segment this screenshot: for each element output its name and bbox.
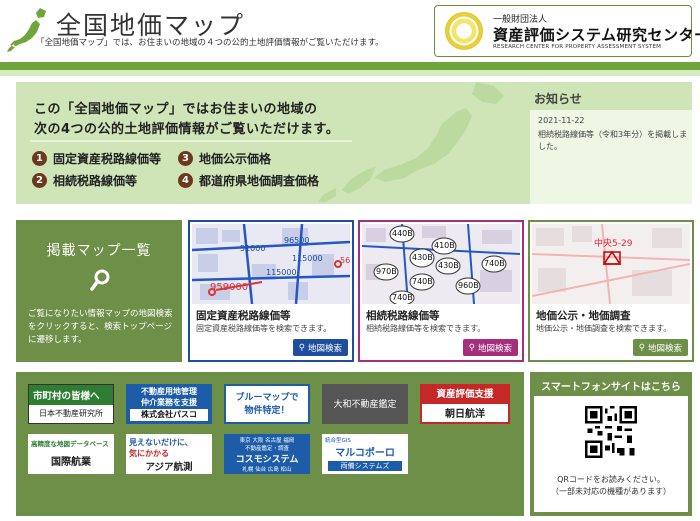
banner-daiwa[interactable]: 大和不動産鑑定 [322,384,408,424]
org-name: 資産評価システム研究センター [493,26,700,44]
card-title: 相続税路線価等 [366,310,440,322]
map-search-button[interactable]: ⚲ 地図検索 [632,339,688,356]
hero-item-3: 3 地価公示価格 [178,150,271,167]
map-search-button[interactable]: ⚲ 地図検索 [292,339,348,356]
header-bar [0,62,700,70]
hero-heading-line2: 次の4つの公的土地評価情報がご覧いただけます。 [34,122,340,137]
map-label: 970B [376,267,397,276]
hero-item-label: 地価公示価格 [199,152,272,166]
map-label: 440B [392,229,413,238]
hero-item-label: 固定資産税路線価等 [53,152,162,166]
map-label: 中央5-29 [594,239,633,249]
site-subtitle: 「全国地価マップ」では、お住まいの地域の４つの公的土地評価情報がご覧いただけます… [36,38,384,48]
map-label: 740B [412,277,433,286]
card-description: 地価公示・地価調査を検索できます。 [536,324,672,333]
sponsor-banners: 市町村の皆様へ 日本不動産研究所 不動産用地管理 仲介業務を支援 株式会社パスコ… [16,372,524,516]
banner-ryobi[interactable]: 統合型GIS マルコポーロ 両備システムズ [322,434,408,474]
hero-item-1: 1 固定資産税路線価等 [32,150,161,167]
banner-asiaair[interactable]: 見えないだけに、 気にかかる アジア航測 [126,434,212,474]
map-label: 96500 [284,236,310,245]
org-logo-link[interactable]: 一般財団法人 資産評価システム研究センター RESEARCH CENTER FO… [434,5,700,57]
header-bar-light [0,70,700,76]
qr-note: （一部未対応の機種があります） [551,487,671,496]
org-english-name: RESEARCH CENTER FOR PROPERTY ASSESSMENT … [493,44,662,50]
smartphone-panel: スマートフォンサイトはこちら QRコードをお読みください。 （一部未対応の機種が… [530,372,692,516]
org-emblem-icon [445,12,483,50]
banner-aeroasahi[interactable]: 資産評価支援 朝日航洋 [420,384,510,424]
search-icon [90,269,110,291]
banner-pasco[interactable]: 不動産用地管理 仲介業務を支援 株式会社パスコ [126,384,212,424]
hero-item-label: 相続税路線価等 [53,174,138,188]
map-label: 960B [458,281,479,290]
map-list-card: 掲載マップ一覧 ご覧になりたい情報マップの地図検索をクリックすると、検索トップペ… [16,220,182,362]
map-list-title: 掲載マップ一覧 [46,243,152,259]
map-label: 51000 [240,244,266,253]
map-thumbnail: 中央5-29 [532,224,690,304]
hero-divider [30,140,352,142]
japan-silhouette-image [318,82,504,202]
hero-item-2: 2 相続税路線価等 [32,172,137,189]
news-date: 2021-11-22 [538,116,585,125]
card-description: 固定資産税路線価等を検索できます。 [196,324,332,333]
banner-kokusai[interactable]: 高精度な地図データベース 国際航業 [28,434,114,474]
news-body: 2021-11-22 相続税路線価等（令和3年分）を掲載しました。 [530,110,692,204]
hero-item-label: 都道府県地価調査価格 [199,174,320,188]
search-icon: ⚲ [638,342,645,353]
card-title: 固定資産税路線価等 [196,310,291,322]
smartphone-title: スマートフォンサイトはこちら [541,382,681,393]
map-label: 959000 [210,282,249,293]
banner-cosmo[interactable]: 東京 大阪 名古屋 福岡 不動産鑑定・調査 コスモシステム 札幌 仙台 広島 松… [224,434,310,474]
card-title: 地価公示・地価調査 [536,310,631,322]
map-thumbnail: 440B 410B 430B 430B 740B 970B 740B 960B … [362,224,520,304]
site-header: 全国地価マップ 「全国地価マップ」では、お住まいの地域の４つの公的土地評価情報が… [0,0,700,62]
number-badge: 2 [32,173,47,188]
card-inheritance-tax[interactable]: 440B 410B 430B 430B 740B 970B 740B 960B … [358,220,524,362]
map-list-description: ご覧になりたい情報マップの地図検索をクリックすると、検索トップページに遷移します… [28,309,173,346]
map-search-button[interactable]: ⚲ 地図検索 [462,339,518,356]
news-title: お知らせ [534,92,582,106]
map-label: 115000 [292,254,323,263]
search-icon: ⚲ [298,342,305,353]
qr-instruction: QRコードをお読みください。 [557,475,665,484]
banner-jrei[interactable]: 市町村の皆様へ 日本不動産研究所 [28,384,114,424]
hero-heading-line1: この「全国地価マップ」ではお住まいの地域の [34,102,318,117]
smartphone-body: QRコードをお読みください。 （一部未対応の機種があります） [534,396,688,512]
map-thumbnail: 96500 51000 115000 115000 56 959000 [192,224,350,304]
map-label: 740B [392,293,413,302]
number-badge: 3 [178,151,193,166]
search-icon: ⚲ [468,342,475,353]
card-land-price[interactable]: 中央5-29 地価公示・地価調査 地価公示・地価調査を検索できます。 ⚲ 地図検… [528,220,694,362]
banner-bluemap[interactable]: ブルーマップで 物件特定！ [224,384,310,424]
map-label: 410B [434,241,455,250]
news-text[interactable]: 相続税路線価等（令和3年分）を掲載しました。 [538,129,688,154]
qr-code-image[interactable] [585,406,637,458]
map-label: 56 [340,256,350,265]
map-label: 430B [412,253,433,262]
card-description: 相続税路線価等を検索できます。 [366,324,486,333]
map-label: 115000 [266,268,297,277]
hero-item-4: 4 都道府県地価調査価格 [178,172,319,189]
news-panel: お知らせ 2021-11-22 相続税路線価等（令和3年分）を掲載しました。 [530,82,692,204]
number-badge: 4 [178,173,193,188]
card-fixed-asset-tax[interactable]: 96500 51000 115000 115000 56 959000 固定資産… [188,220,354,362]
map-label: 740B [484,259,505,268]
number-badge: 1 [32,151,47,166]
map-label: 430B [438,261,459,270]
